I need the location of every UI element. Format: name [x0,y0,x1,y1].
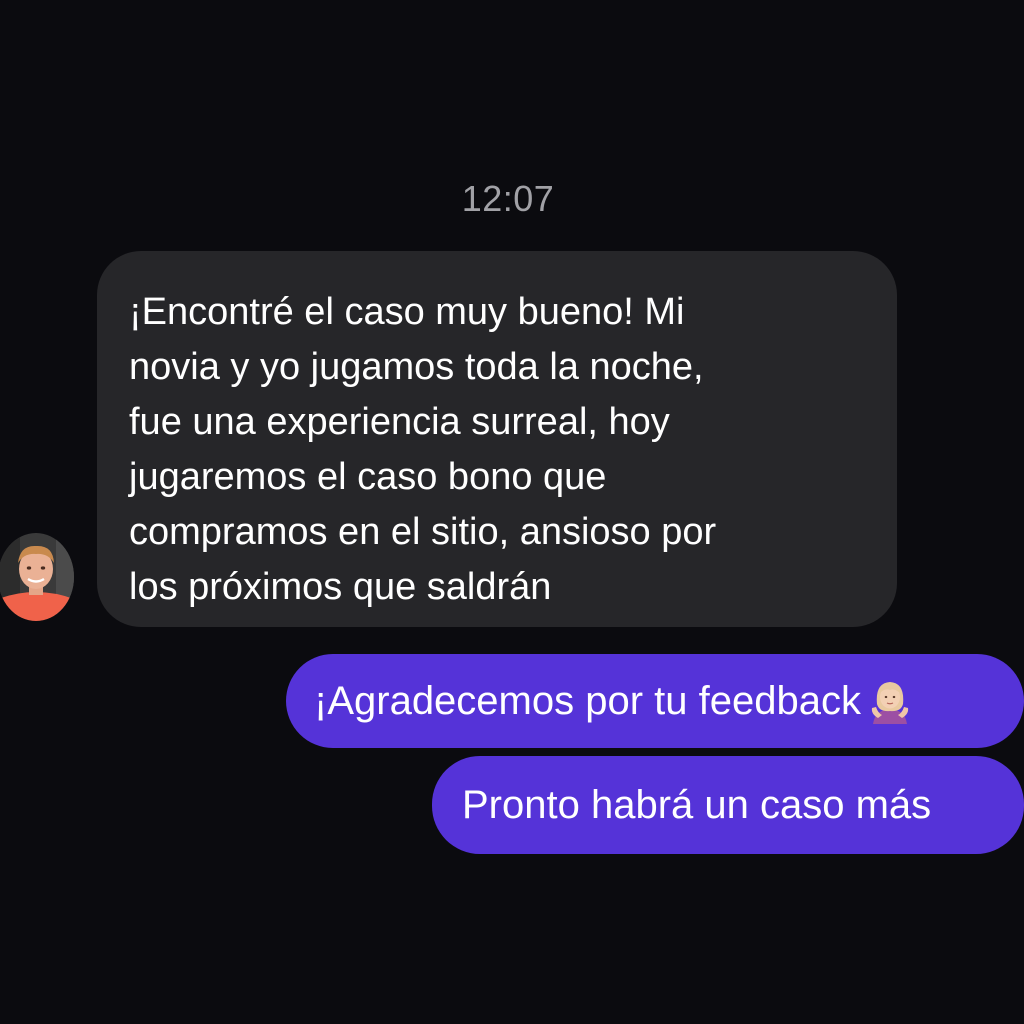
incoming-message-bubble[interactable]: ¡Encontré el caso muy bueno! Mi novia y … [97,251,897,627]
outgoing-message-bubble[interactable]: Pronto habrá un caso más [432,756,1024,854]
incoming-message-line: compramos en el sitio, ansioso por [129,511,717,553]
woman-shrugging-emoji-icon [871,682,909,724]
outgoing-message-bubble[interactable]: ¡Agradecemos por tu feedback [286,654,1024,748]
outgoing-message-text: ¡Agradecemos por tu feedback [314,678,861,723]
message-timestamp: 12:07 [461,178,555,219]
incoming-message-line: novia y yo jugamos toda la noche, [129,346,704,388]
sender-avatar[interactable] [0,533,74,621]
chat-screen: 12:07 ¡Encontré el caso muy bueno! Mi no… [0,0,1024,1024]
incoming-message-line: jugaremos el caso bono que [129,456,607,498]
incoming-message-line: fue una experiencia surreal, hoy [129,401,670,443]
incoming-message-line: ¡Encontré el caso muy bueno! Mi [129,291,685,333]
outgoing-message-text: Pronto habrá un caso más [462,782,932,827]
incoming-message-line: los próximos que saldrán [129,566,552,608]
user-avatar-icon [0,533,74,621]
